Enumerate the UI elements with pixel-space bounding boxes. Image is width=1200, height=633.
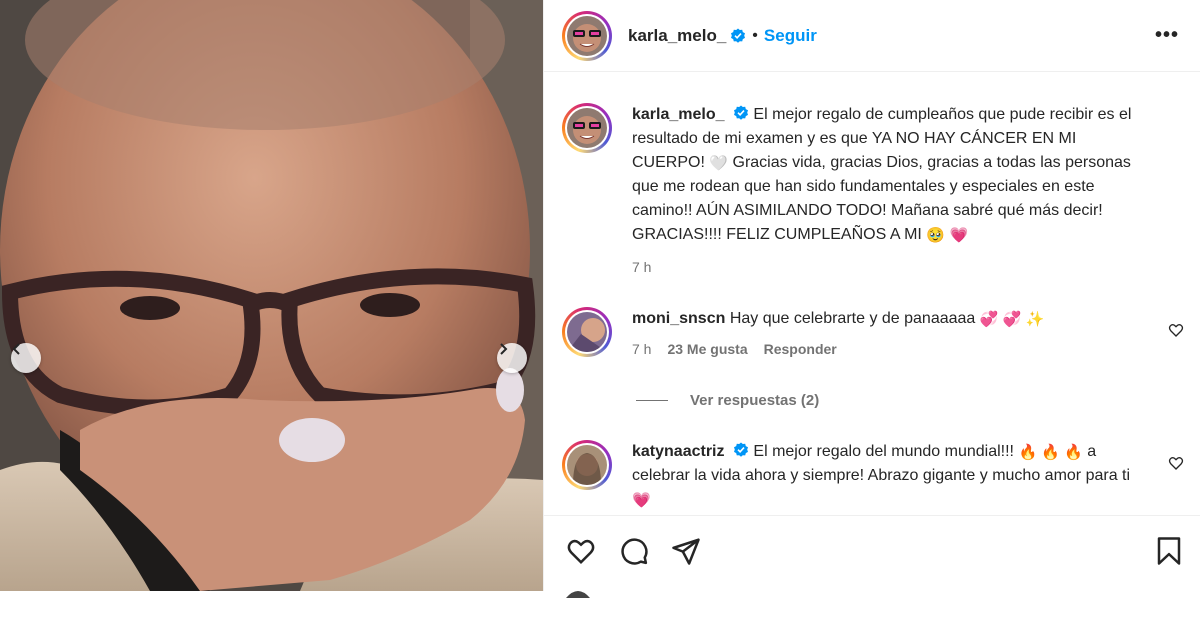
comment-icon[interactable] [619,536,649,566]
next-photo-button[interactable] [497,343,527,373]
more-options-button[interactable]: ••• [1155,24,1179,47]
comment-text-part-1: El mejor regalo del mundo mundial!!! [753,443,1014,460]
previous-photo-button[interactable] [11,343,41,373]
avatar-image [567,445,607,485]
avatar-image [566,591,590,598]
fire-emojis: 🔥 🔥 🔥 [1018,444,1083,461]
caption-text-part-2: Gracias vida, gracias Dios, gracias a to… [632,154,1131,243]
comment-username[interactable]: katynaactriz [632,443,725,460]
chevron-left-icon [12,343,20,355]
comment-username[interactable]: moni_snscn [632,310,725,327]
post-photo [0,0,543,591]
like-comment-heart-icon[interactable] [1168,322,1184,338]
verified-badge-icon [733,105,748,120]
post-actions-bar [544,515,1200,591]
pink-heart-emoji: 💗 [949,227,969,244]
caption-username[interactable]: karla_melo_ [632,106,725,123]
replies-divider-line [636,400,668,401]
post-image [0,0,543,591]
post-details-panel: karla_melo_ • Seguir ••• karla_melo_ El … [543,0,1200,591]
bookmark-icon[interactable] [1154,536,1184,566]
view-replies-button[interactable]: Ver respuestas (2) [636,392,819,409]
caption-avatar[interactable] [562,103,612,153]
comment-avatar[interactable] [562,307,612,357]
teary-face-emoji: 🥹 [926,227,945,244]
post-header: karla_melo_ • Seguir ••• [544,0,1200,72]
pink-heart-emoji: 💗 [632,492,651,509]
hearts-sparkles-emoji: 💞 💞 ✨ [979,311,1045,328]
comment-avatar[interactable] [562,440,612,490]
comment-item: katynaactriz El mejor regalo del mundo m… [562,440,1152,512]
comment-likes[interactable]: 23 Me gusta [667,337,747,361]
reply-button[interactable]: Responder [764,337,837,361]
chevron-right-icon [500,343,508,355]
caption-timestamp[interactable]: 7 h [632,255,651,279]
header-separator: • [752,26,758,44]
avatar-image [567,312,607,352]
post-caption: karla_melo_ El mejor regalo de cumpleaño… [562,103,1152,279]
avatar[interactable] [562,10,612,61]
caption-text: karla_melo_ El mejor regalo de cumpleaño… [632,103,1152,247]
cropped-avatar [565,584,591,598]
white-heart-emoji: 🤍 [709,155,729,172]
view-replies-label: Ver respuestas (2) [690,392,820,409]
heart-icon[interactable] [566,536,596,566]
send-icon[interactable] [671,536,701,566]
avatar-image [567,15,607,56]
avatar-image [567,108,607,148]
verified-badge-icon [731,28,746,43]
comment-item: moni_snscn Hay que celebrarte y de panaa… [562,307,1152,361]
header-username[interactable]: karla_melo_ [628,26,726,46]
follow-button[interactable]: Seguir [764,26,817,46]
comment-timestamp[interactable]: 7 h [632,337,651,361]
like-comment-heart-icon[interactable] [1168,455,1184,471]
comment-text: Hay que celebrarte y de panaaaaa [729,310,976,327]
verified-badge-icon [733,442,748,457]
